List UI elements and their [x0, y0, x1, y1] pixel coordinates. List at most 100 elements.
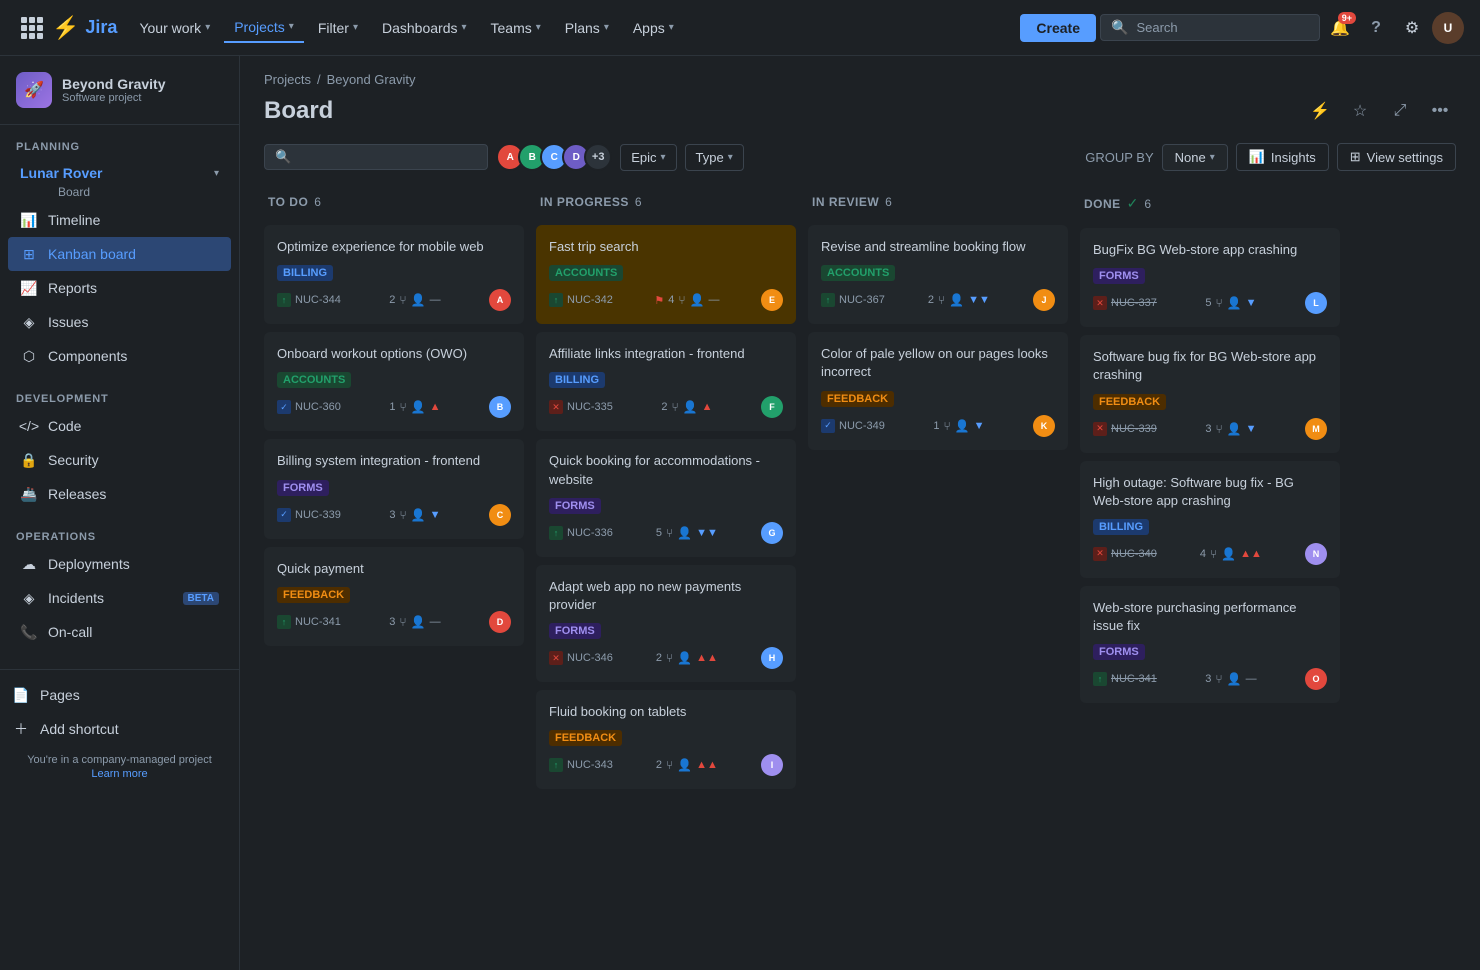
card-id: ✕ NUC-337	[1093, 296, 1157, 310]
card-meta: ↑ NUC-344 2 ⑂ 👤 — A	[277, 289, 511, 311]
sidebar-item-issues[interactable]: ◈ Issues	[8, 305, 231, 339]
type-filter[interactable]: Type ▾	[685, 144, 744, 171]
card-nuc349[interactable]: Color of pale yellow on our pages looks …	[808, 332, 1068, 449]
board-search[interactable]: 🔍	[264, 144, 488, 170]
sidebar-item-deployments[interactable]: ☁ Deployments	[8, 547, 231, 581]
sidebar-item-incidents[interactable]: ◈ Incidents BETA	[8, 581, 231, 615]
card-nuc367[interactable]: Revise and streamline booking flow ACCOU…	[808, 225, 1068, 324]
card-nuc360[interactable]: Onboard workout options (OWO) ACCOUNTS ✓…	[264, 332, 524, 431]
sidebar-item-label-components: Components	[48, 348, 219, 364]
sidebar-item-security[interactable]: 🔒 Security	[8, 443, 231, 477]
sidebar-item-timeline[interactable]: 📊 Timeline	[8, 203, 231, 237]
view-settings-button[interactable]: ⊞ View settings	[1337, 143, 1456, 171]
priority-high-icon: ▲	[430, 401, 441, 413]
tag-forms: FORMS	[1093, 268, 1145, 284]
bug-icon: ✕	[549, 400, 563, 414]
board-search-input[interactable]	[297, 150, 477, 165]
card-nuc335[interactable]: Affiliate links integration - frontend B…	[536, 332, 796, 431]
breadcrumb-projects[interactable]: Projects	[264, 72, 311, 87]
nav-projects[interactable]: Projects ▾	[224, 13, 304, 43]
card-meta-icons: 2 ⑂ 👤 ▲▲	[656, 758, 718, 772]
epic-filter[interactable]: Epic ▾	[620, 144, 676, 171]
card-nuc341-todo[interactable]: Quick payment FEEDBACK ↑ NUC-341 3 ⑂ 👤	[264, 547, 524, 646]
tag-feedback: FEEDBACK	[549, 730, 622, 746]
card-id: ↑ NUC-367	[821, 293, 885, 307]
sidebar-item-label-kanban: Kanban board	[48, 246, 219, 262]
person-icon: 👤	[411, 508, 426, 522]
search-box[interactable]: 🔍	[1100, 14, 1320, 41]
project-icon: 🚀	[16, 72, 52, 108]
settings-button[interactable]: ⚙	[1396, 12, 1428, 44]
nav-teams[interactable]: Teams ▾	[481, 14, 551, 42]
help-button[interactable]: ?	[1360, 12, 1392, 44]
more-avatars[interactable]: +3	[584, 143, 612, 171]
bug-icon: ✕	[549, 651, 563, 665]
insights-button[interactable]: 📊 Insights	[1236, 143, 1329, 171]
nav-your-work[interactable]: Your work ▾	[129, 14, 220, 42]
tag-accounts: ACCOUNTS	[549, 265, 623, 281]
board-actions: ⚡ ☆ ⤢ •••	[1304, 95, 1456, 127]
branch-icon: ⑂	[399, 508, 406, 522]
bug-icon: ✕	[1093, 422, 1107, 436]
learn-more-link[interactable]: Learn more	[8, 768, 231, 780]
card-nuc336[interactable]: Quick booking for accommodations - websi…	[536, 439, 796, 556]
card-nuc341-done[interactable]: Web-store purchasing performance issue f…	[1080, 586, 1340, 703]
footer-text: You're in a company-managed project	[8, 754, 231, 766]
breadcrumb-project-name[interactable]: Beyond Gravity	[327, 72, 416, 87]
notifications-button[interactable]: 🔔 9+	[1324, 12, 1356, 44]
card-meta-icons: 2 ⑂ 👤 —	[389, 293, 440, 307]
card-nuc346[interactable]: Adapt web app no new payments provider F…	[536, 565, 796, 682]
card-id: ✕ NUC-335	[549, 400, 613, 414]
sidebar-item-add-shortcut[interactable]: ＋ Add shortcut	[0, 712, 239, 746]
sidebar-item-reports[interactable]: 📈 Reports	[8, 271, 231, 305]
search-icon: 🔍	[275, 149, 291, 165]
more-button[interactable]: •••	[1424, 95, 1456, 127]
create-button[interactable]: Create	[1020, 14, 1096, 42]
branch-icon: ⑂	[399, 615, 406, 629]
lightning-button[interactable]: ⚡	[1304, 95, 1336, 127]
user-avatar[interactable]: U	[1432, 12, 1464, 44]
sidebar-item-code[interactable]: </> Code	[8, 409, 231, 443]
chevron-down-icon: ▾	[604, 22, 609, 33]
sidebar-item-oncall[interactable]: 📞 On-call	[8, 615, 231, 649]
nav-plans[interactable]: Plans ▾	[555, 14, 619, 42]
card-nuc342[interactable]: Fast trip search ACCOUNTS ↑ NUC-342 ⚑ 4 …	[536, 225, 796, 324]
column-done: DONE ✓ 6 BugFix BG Web-store app crashin…	[1080, 187, 1340, 954]
app-grid-button[interactable]	[16, 12, 48, 44]
card-meta: ✕ NUC-339 3 ⑂ 👤 ▼ M	[1093, 418, 1327, 440]
card-nuc339-todo[interactable]: Billing system integration - frontend FO…	[264, 439, 524, 538]
card-nuc340[interactable]: High outage: Software bug fix - BG Web-s…	[1080, 461, 1340, 578]
sidebar-item-components[interactable]: ⬡ Components	[8, 339, 231, 373]
bug-icon: ✕	[1093, 547, 1107, 561]
card-avatar: F	[761, 396, 783, 418]
sidebar-item-kanban[interactable]: ⊞ Kanban board	[8, 237, 231, 271]
branch-icon: ⑂	[1210, 547, 1217, 561]
col-title-done: DONE	[1084, 197, 1121, 211]
card-id: ↑ NUC-342	[549, 293, 613, 307]
nav-apps[interactable]: Apps ▾	[623, 14, 684, 42]
sidebar-item-pages[interactable]: 📄 Pages	[0, 678, 239, 712]
card-nuc339-done[interactable]: Software bug fix for BG Web-store app cr…	[1080, 335, 1340, 452]
branch-icon: ⑂	[671, 400, 678, 414]
sidebar-item-releases[interactable]: 🚢 Releases	[8, 477, 231, 511]
nav-dashboards[interactable]: Dashboards ▾	[372, 14, 477, 42]
card-avatar: B	[489, 396, 511, 418]
issues-icon: ◈	[20, 313, 38, 331]
search-input[interactable]	[1136, 20, 1296, 35]
story-icon: ↑	[549, 758, 563, 772]
card-nuc337[interactable]: BugFix BG Web-store app crashing FORMS ✕…	[1080, 228, 1340, 327]
expand-button[interactable]: ⤢	[1384, 95, 1416, 127]
card-nuc344[interactable]: Optimize experience for mobile web BILLI…	[264, 225, 524, 324]
card-id: ✓ NUC-339	[277, 508, 341, 522]
nav-filter[interactable]: Filter ▾	[308, 14, 368, 42]
star-button[interactable]: ☆	[1344, 95, 1376, 127]
settings-icon: ⊞	[1350, 149, 1361, 165]
branch-icon: ⑂	[399, 400, 406, 414]
board-title-row: Board ⚡ ☆ ⤢ •••	[264, 95, 1456, 127]
chevron-down-icon: ▾	[289, 21, 294, 32]
logo[interactable]: ⚡ Jira	[52, 15, 117, 41]
pages-icon: 📄	[12, 686, 30, 704]
card-nuc343[interactable]: Fluid booking on tablets FEEDBACK ↑ NUC-…	[536, 690, 796, 789]
group-by-select[interactable]: None ▾	[1162, 144, 1228, 171]
priority-low-icon: ▼	[1246, 297, 1257, 309]
